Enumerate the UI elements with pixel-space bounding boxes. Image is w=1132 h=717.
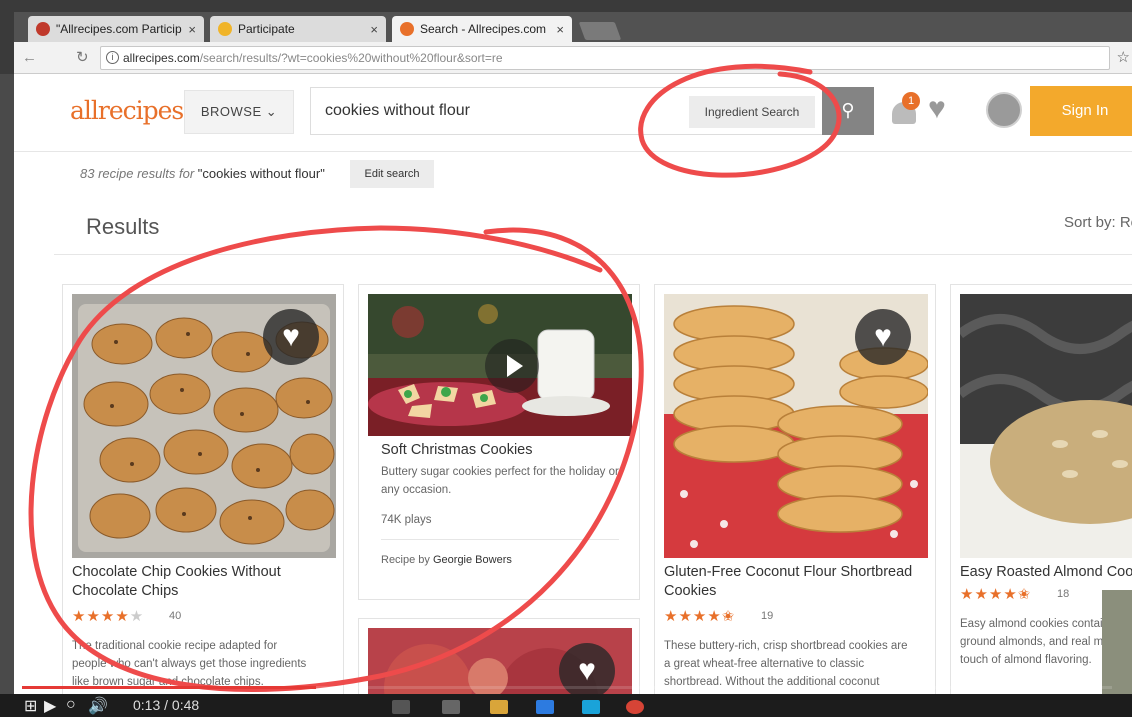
tab-favicon-icon bbox=[218, 22, 232, 36]
tab-strip: "Allrecipes.com Participa × Participate … bbox=[14, 12, 1132, 42]
tab-participate[interactable]: Participate × bbox=[210, 16, 386, 42]
new-tab-button[interactable] bbox=[578, 22, 622, 40]
notification-badge: 1 bbox=[902, 92, 920, 110]
browse-button[interactable]: BROWSE ⌄ bbox=[184, 90, 294, 134]
close-tab-icon[interactable]: × bbox=[370, 22, 378, 37]
search-icon: ⚲ bbox=[841, 100, 855, 120]
bookmark-star-icon[interactable]: ☆ bbox=[1117, 48, 1130, 66]
sign-in-button[interactable]: Sign In bbox=[1030, 86, 1132, 136]
tab-label: Search - Allrecipes.com bbox=[420, 22, 547, 36]
search-value: cookies without flour bbox=[325, 102, 470, 119]
review-count: 19 bbox=[761, 610, 774, 622]
description-line: people who can't always get those ingred… bbox=[72, 658, 307, 670]
results-query: "cookies without flour" bbox=[197, 166, 325, 181]
recipe-title[interactable]: Soft Christmas Cookies bbox=[381, 441, 631, 460]
plays-count: 74K plays bbox=[381, 514, 432, 526]
notifications-button[interactable]: 1 bbox=[890, 92, 920, 126]
reload-icon[interactable]: ↻ bbox=[76, 48, 89, 66]
rating-stars: ★★★★✬ bbox=[960, 586, 1032, 603]
results-heading: Results bbox=[86, 214, 160, 239]
recipe-image-almond-cookie[interactable] bbox=[960, 294, 1132, 558]
back-arrow-icon[interactable]: ← bbox=[22, 49, 37, 66]
skype-icon[interactable] bbox=[582, 700, 600, 714]
card-divider bbox=[381, 539, 619, 540]
web-page: allrecipes BROWSE ⌄ cookies without flou… bbox=[14, 74, 1132, 694]
recipe-byline: Recipe by Georgie Bowers bbox=[381, 551, 512, 569]
description-line: These buttery-rich, crisp shortbread coo… bbox=[664, 640, 908, 652]
address-bar[interactable]: i allrecipes.com/search/results/?wt=cook… bbox=[100, 46, 1110, 70]
windows-start-icon[interactable]: ⊞ bbox=[24, 696, 37, 716]
video-recipe-card[interactable]: Soft Christmas Cookies Buttery sugar coo… bbox=[358, 284, 640, 600]
avatar[interactable] bbox=[986, 92, 1022, 128]
save-recipe-heart-icon[interactable]: ♥ bbox=[855, 309, 911, 365]
search-button[interactable]: ⚲ bbox=[822, 87, 874, 135]
edit-search-button[interactable]: Edit search bbox=[350, 160, 434, 188]
tab-label: Participate bbox=[238, 22, 295, 36]
url-path: /search/results/?wt=cookies%20without%20… bbox=[199, 51, 503, 65]
byline-prefix: Recipe by bbox=[381, 554, 430, 566]
close-tab-icon[interactable]: × bbox=[556, 22, 564, 37]
results-summary: 83 recipe results for "cookies without f… bbox=[80, 166, 325, 181]
window-gutter bbox=[0, 74, 14, 694]
tab-allrecipes-participate[interactable]: "Allrecipes.com Participa × bbox=[28, 16, 204, 42]
search-input[interactable]: cookies without flour Ingredient Search bbox=[310, 87, 826, 135]
tab-favicon-icon bbox=[36, 22, 50, 36]
webcam-overlay bbox=[1102, 590, 1132, 694]
recipe-title[interactable]: Easy Roasted Almond Coo bbox=[960, 563, 1132, 582]
browser-toolbar: ← ↻ i allrecipes.com/search/results/?wt=… bbox=[14, 42, 1132, 74]
sort-by-dropdown[interactable]: Sort by: Re bbox=[1064, 214, 1132, 231]
url-host: allrecipes.com bbox=[123, 51, 200, 65]
recipe-title[interactable]: Chocolate Chip Cookies Without Chocolate… bbox=[72, 563, 342, 601]
search-circle-icon[interactable]: ○ bbox=[66, 696, 76, 714]
play-icon[interactable]: ▶ bbox=[44, 696, 56, 716]
recipe-author-link[interactable]: Georgie Bowers bbox=[433, 554, 512, 566]
recipe-title[interactable]: Gluten-Free Coconut Flour Shortbread Coo… bbox=[664, 563, 934, 601]
tab-search-allrecipes[interactable]: Search - Allrecipes.com × bbox=[392, 16, 572, 42]
chevron-down-icon: ⌄ bbox=[265, 104, 278, 119]
edge-icon[interactable] bbox=[536, 700, 554, 714]
description-line: any occasion. bbox=[381, 484, 452, 496]
video-progress-fill bbox=[22, 686, 317, 689]
recipe-description: Buttery sugar cookies perfect for the ho… bbox=[381, 463, 633, 499]
recipe-card[interactable]: ♥ Gluten-Free Coconut Flour Shortbread C… bbox=[654, 284, 936, 694]
review-count: 40 bbox=[169, 610, 182, 622]
play-video-icon[interactable] bbox=[485, 339, 539, 393]
allrecipes-logo[interactable]: allrecipes bbox=[70, 96, 184, 125]
description-line: Buttery sugar cookies perfect for the ho… bbox=[381, 466, 619, 478]
save-recipe-heart-icon[interactable]: ♥ bbox=[263, 309, 319, 365]
favorites-heart-icon[interactable]: ♥ bbox=[928, 92, 946, 126]
recipe-card[interactable]: ♥ Chocolate Chip Cookies Without Chocola… bbox=[62, 284, 344, 694]
recipe-description: The traditional cookie recipe adapted fo… bbox=[72, 637, 342, 691]
browse-label: BROWSE bbox=[200, 104, 262, 119]
volume-icon[interactable]: 🔊 bbox=[88, 696, 108, 716]
tab-favicon-icon bbox=[400, 22, 414, 36]
description-line: a great wheat-free alternative to classi… bbox=[664, 658, 865, 670]
recipe-title-line: Chocolate Chip Cookies Without bbox=[72, 564, 281, 580]
task-view-icon[interactable] bbox=[392, 700, 410, 714]
divider bbox=[54, 254, 1132, 255]
description-line: The traditional cookie recipe adapted fo… bbox=[72, 640, 278, 652]
info-icon[interactable]: i bbox=[106, 51, 119, 64]
ingredient-search-button[interactable]: Ingredient Search bbox=[689, 96, 815, 128]
rating-stars: ★★★★✬ bbox=[664, 608, 736, 625]
review-count: 18 bbox=[1057, 588, 1070, 600]
recipe-title-line: Cookies bbox=[664, 583, 717, 599]
site-header: allrecipes BROWSE ⌄ cookies without flou… bbox=[14, 74, 1132, 152]
video-time: 0:13 / 0:48 bbox=[133, 697, 200, 713]
chrome-icon[interactable] bbox=[626, 700, 644, 714]
recipe-title-line: Chocolate Chips bbox=[72, 583, 179, 599]
video-frame: "Allrecipes.com Participa × Participate … bbox=[0, 0, 1132, 717]
recipe-title-line: Gluten-Free Coconut Flour Shortbread bbox=[664, 564, 913, 580]
store-icon[interactable] bbox=[442, 700, 460, 714]
recipe-card[interactable]: ♥ bbox=[358, 618, 640, 694]
tab-label: "Allrecipes.com Participa bbox=[56, 22, 183, 36]
close-tab-icon[interactable]: × bbox=[188, 22, 196, 37]
results-count: 83 recipe results for bbox=[80, 166, 195, 181]
rating-stars: ★★★★★ bbox=[72, 608, 145, 625]
file-explorer-icon[interactable] bbox=[490, 700, 508, 714]
recipe-description: These buttery-rich, crisp shortbread coo… bbox=[664, 637, 934, 691]
